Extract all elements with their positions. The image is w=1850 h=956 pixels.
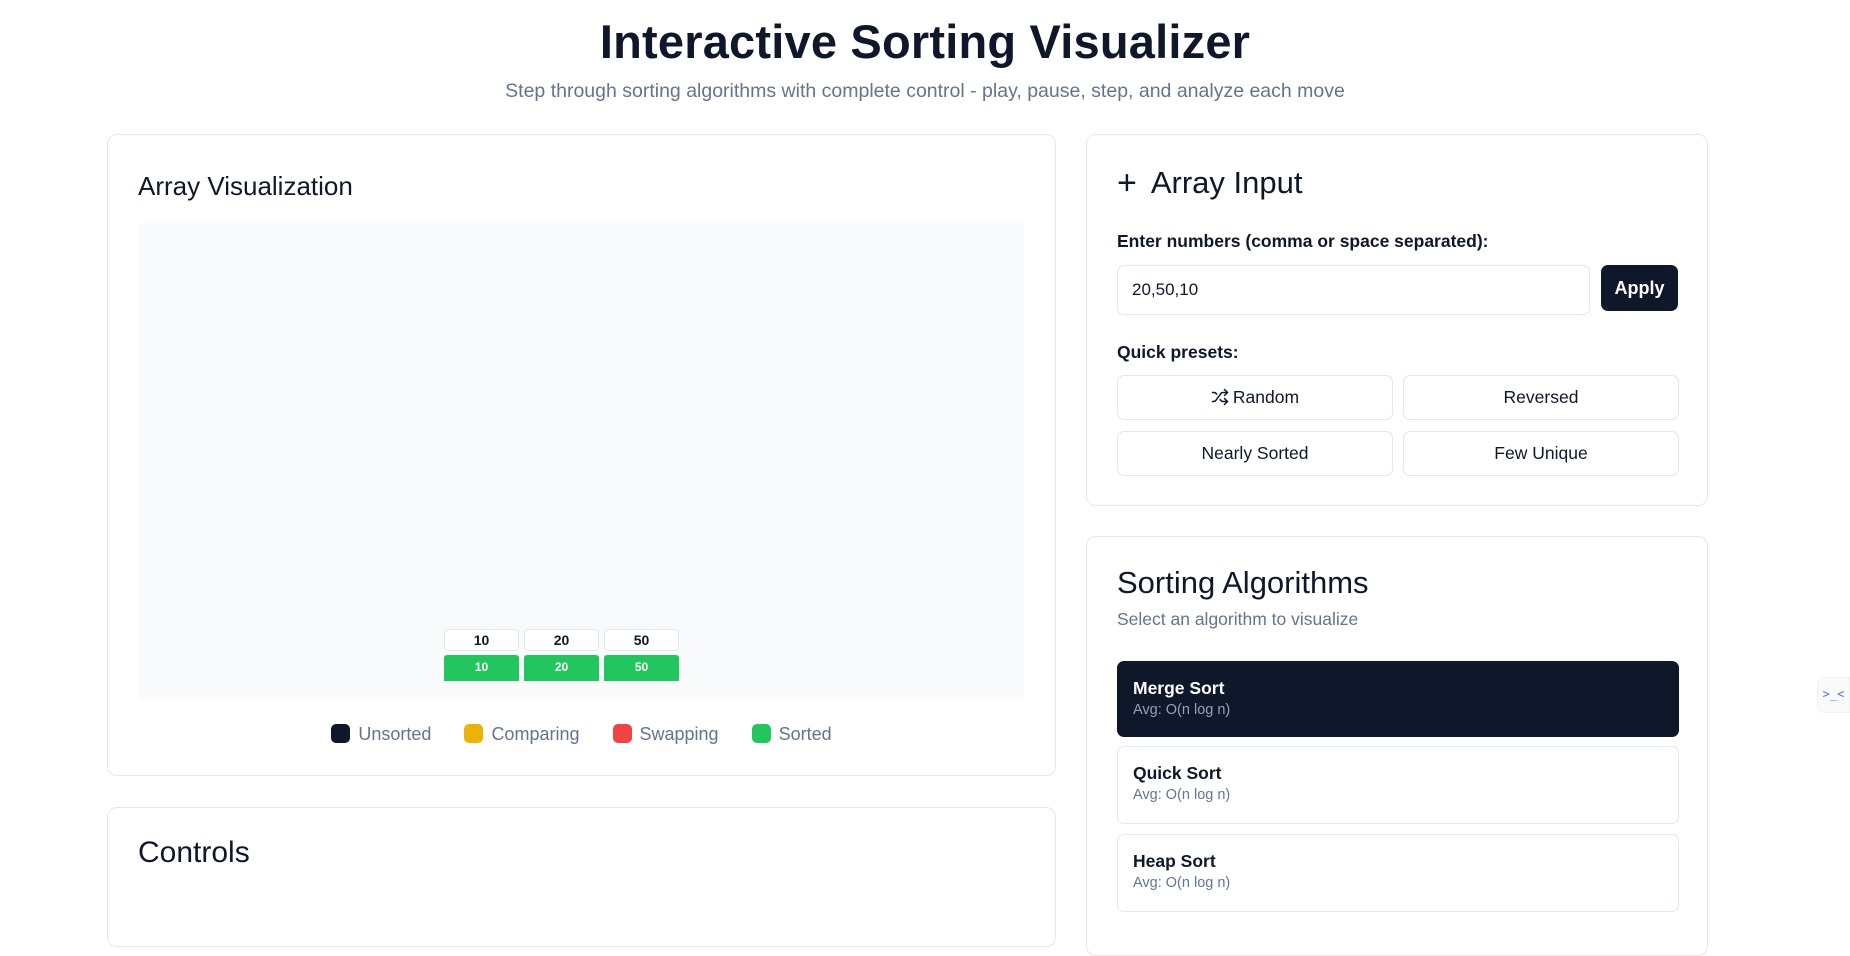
algorithms-subtitle: Select an algorithm to visualize xyxy=(1117,609,1359,629)
legend-label: Swapping xyxy=(639,723,719,744)
array-input-field[interactable] xyxy=(1117,265,1590,315)
algorithm-name: Merge Sort xyxy=(1133,678,1225,698)
legend-label: Unsorted xyxy=(358,723,432,744)
page-subtitle: Step through sorting algorithms with com… xyxy=(505,80,1345,102)
algorithm-complexity: Avg: O(n log n) xyxy=(1133,875,1231,891)
bar-value-label: 20 xyxy=(524,629,599,651)
bar-value-label: 10 xyxy=(444,629,519,651)
legend-swatch xyxy=(331,723,351,743)
controls-title: Controls xyxy=(138,836,250,869)
algorithm-name: Quick Sort xyxy=(1133,763,1222,783)
presets-label: Quick presets: xyxy=(1117,342,1239,362)
preset-random-label: Random xyxy=(1232,387,1300,407)
preset-reversed-button[interactable]: Reversed xyxy=(1403,375,1679,420)
algorithm-item-heap-sort[interactable]: Heap Sort Avg: O(n log n) xyxy=(1117,834,1679,912)
apply-button[interactable]: Apply xyxy=(1601,265,1678,311)
array-input-card: + Array Input Enter numbers (comma or sp… xyxy=(1086,134,1708,506)
legend-label: Sorted xyxy=(778,723,832,744)
preset-random-button[interactable]: Random xyxy=(1117,375,1393,420)
algorithms-card: Sorting Algorithms Select an algorithm t… xyxy=(1086,536,1708,956)
algorithm-complexity: Avg: O(n log n) xyxy=(1133,787,1231,803)
algorithm-item-merge-sort[interactable]: Merge Sort Avg: O(n log n) xyxy=(1117,661,1679,737)
page-header: Interactive Sorting Visualizer Step thro… xyxy=(0,0,1850,103)
visualization-title: Array Visualization xyxy=(138,171,353,201)
array-input-label: Enter numbers (comma or space separated)… xyxy=(1117,231,1489,251)
bar: 50 xyxy=(604,655,679,681)
array-input-title: + Array Input xyxy=(1117,165,1302,201)
legend-swatch xyxy=(464,723,484,743)
algorithm-item-quick-sort[interactable]: Quick Sort Avg: O(n log n) xyxy=(1117,746,1679,824)
legend-swatch xyxy=(612,723,632,743)
legend-item-comparing: Comparing xyxy=(464,723,580,745)
plus-icon: + xyxy=(1117,164,1137,202)
legend-label: Comparing xyxy=(491,723,580,744)
preset-few-unique-button[interactable]: Few Unique xyxy=(1403,431,1679,476)
algorithm-name: Heap Sort xyxy=(1133,851,1216,871)
controls-card: Controls xyxy=(107,807,1056,947)
legend-item-sorted: Sorted xyxy=(751,723,832,745)
terminal-icon[interactable]: >_< xyxy=(1817,677,1850,713)
bar: 10 xyxy=(444,655,519,681)
shuffle-icon xyxy=(1211,388,1229,406)
page-title: Interactive Sorting Visualizer xyxy=(599,15,1251,68)
algorithm-complexity: Avg: O(n log n) xyxy=(1133,702,1231,718)
algorithms-title: Sorting Algorithms xyxy=(1117,565,1369,600)
preset-nearly-sorted-button[interactable]: Nearly Sorted xyxy=(1117,431,1393,476)
bar-value-label: 50 xyxy=(604,629,679,651)
legend-item-unsorted: Unsorted xyxy=(331,723,432,745)
visualization-plot-area: 10 10 20 20 50 50 xyxy=(138,223,1024,699)
legend: Unsorted Comparing Swapping Sorted xyxy=(108,723,1055,745)
visualization-card: Array Visualization 10 10 20 20 50 50 Un… xyxy=(107,134,1056,776)
legend-swatch xyxy=(751,723,771,743)
array-input-title-text: Array Input xyxy=(1150,165,1303,200)
legend-item-swapping: Swapping xyxy=(612,723,719,745)
bar: 20 xyxy=(524,655,599,681)
